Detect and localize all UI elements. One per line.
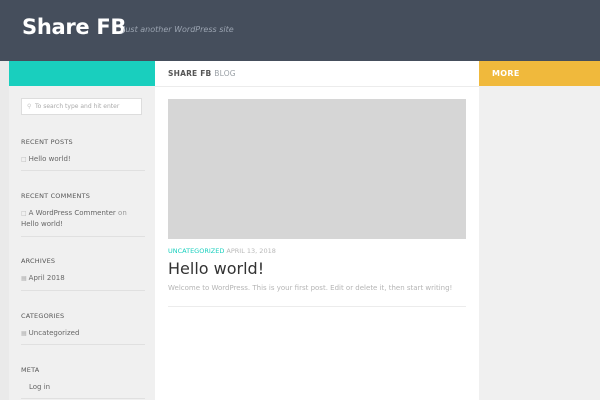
site-tagline: Just another WordPress site xyxy=(123,25,234,34)
widget-title-recent-comments: RECENT COMMENTS xyxy=(21,192,91,200)
comment-on-text: on xyxy=(118,209,127,217)
comment-post-link[interactable]: Hello world! xyxy=(21,220,63,228)
breadcrumb-section: BLOG xyxy=(214,69,236,78)
folder-icon: ▦ xyxy=(21,275,27,282)
archive-link[interactable]: April 2018 xyxy=(29,274,65,282)
document-icon: □ xyxy=(21,156,27,163)
widget-divider xyxy=(21,236,145,237)
post-meta: UNCATEGORIZED APRIL 13, 2018 xyxy=(168,247,276,255)
breadcrumb: SHARE FB BLOG xyxy=(168,69,236,78)
post-title[interactable]: Hello world! xyxy=(168,259,264,278)
post-date: APRIL 13, 2018 xyxy=(226,247,276,255)
widget-divider xyxy=(21,398,145,399)
search-icon: ⚲ xyxy=(27,103,32,110)
post-thumbnail[interactable] xyxy=(168,99,466,239)
widget-divider xyxy=(21,344,145,345)
post-excerpt: Welcome to WordPress. This is your first… xyxy=(168,284,453,292)
widget-title-meta: META xyxy=(21,366,40,374)
category-link[interactable]: Uncategorized xyxy=(29,329,80,337)
sidebar-right: MORE xyxy=(479,61,600,400)
more-toggle[interactable]: MORE xyxy=(479,61,600,86)
meta-login-link[interactable]: Log in xyxy=(29,382,153,393)
main-content: SHARE FB BLOG UNCATEGORIZED APRIL 13, 20… xyxy=(155,61,479,400)
search-input[interactable]: ⚲ To search type and hit enter xyxy=(21,98,142,115)
sidebar-left-toggle[interactable] xyxy=(9,61,155,86)
recent-comment-item: □ A WordPress Commenter on Hello world! xyxy=(21,208,145,230)
widget-title-categories: CATEGORIES xyxy=(21,312,65,320)
sidebar-left: ⚲ To search type and hit enter RECENT PO… xyxy=(9,61,155,400)
search-placeholder: To search type and hit enter xyxy=(35,103,120,110)
site-title[interactable]: Share FB xyxy=(22,15,126,39)
breadcrumb-site[interactable]: SHARE FB xyxy=(168,69,211,78)
breadcrumb-divider xyxy=(155,86,479,87)
post-divider xyxy=(168,306,466,307)
recent-post-item[interactable]: □ Hello world! xyxy=(21,154,145,165)
recent-post-link[interactable]: Hello world! xyxy=(29,155,71,163)
archive-item[interactable]: ▦ April 2018 xyxy=(21,273,145,284)
category-item[interactable]: ▦ Uncategorized xyxy=(21,328,145,339)
folder-icon: ▦ xyxy=(21,330,27,337)
post-category-link[interactable]: UNCATEGORIZED xyxy=(168,247,224,255)
more-label: MORE xyxy=(492,69,520,78)
comment-author-link[interactable]: A WordPress Commenter xyxy=(29,209,116,217)
site-header: Share FB Just another WordPress site xyxy=(0,0,600,61)
widget-title-archives: ARCHIVES xyxy=(21,257,56,265)
comment-icon: □ xyxy=(21,210,27,217)
widget-divider xyxy=(21,290,145,291)
widget-title-recent-posts: RECENT POSTS xyxy=(21,138,73,146)
widget-divider xyxy=(21,170,145,171)
